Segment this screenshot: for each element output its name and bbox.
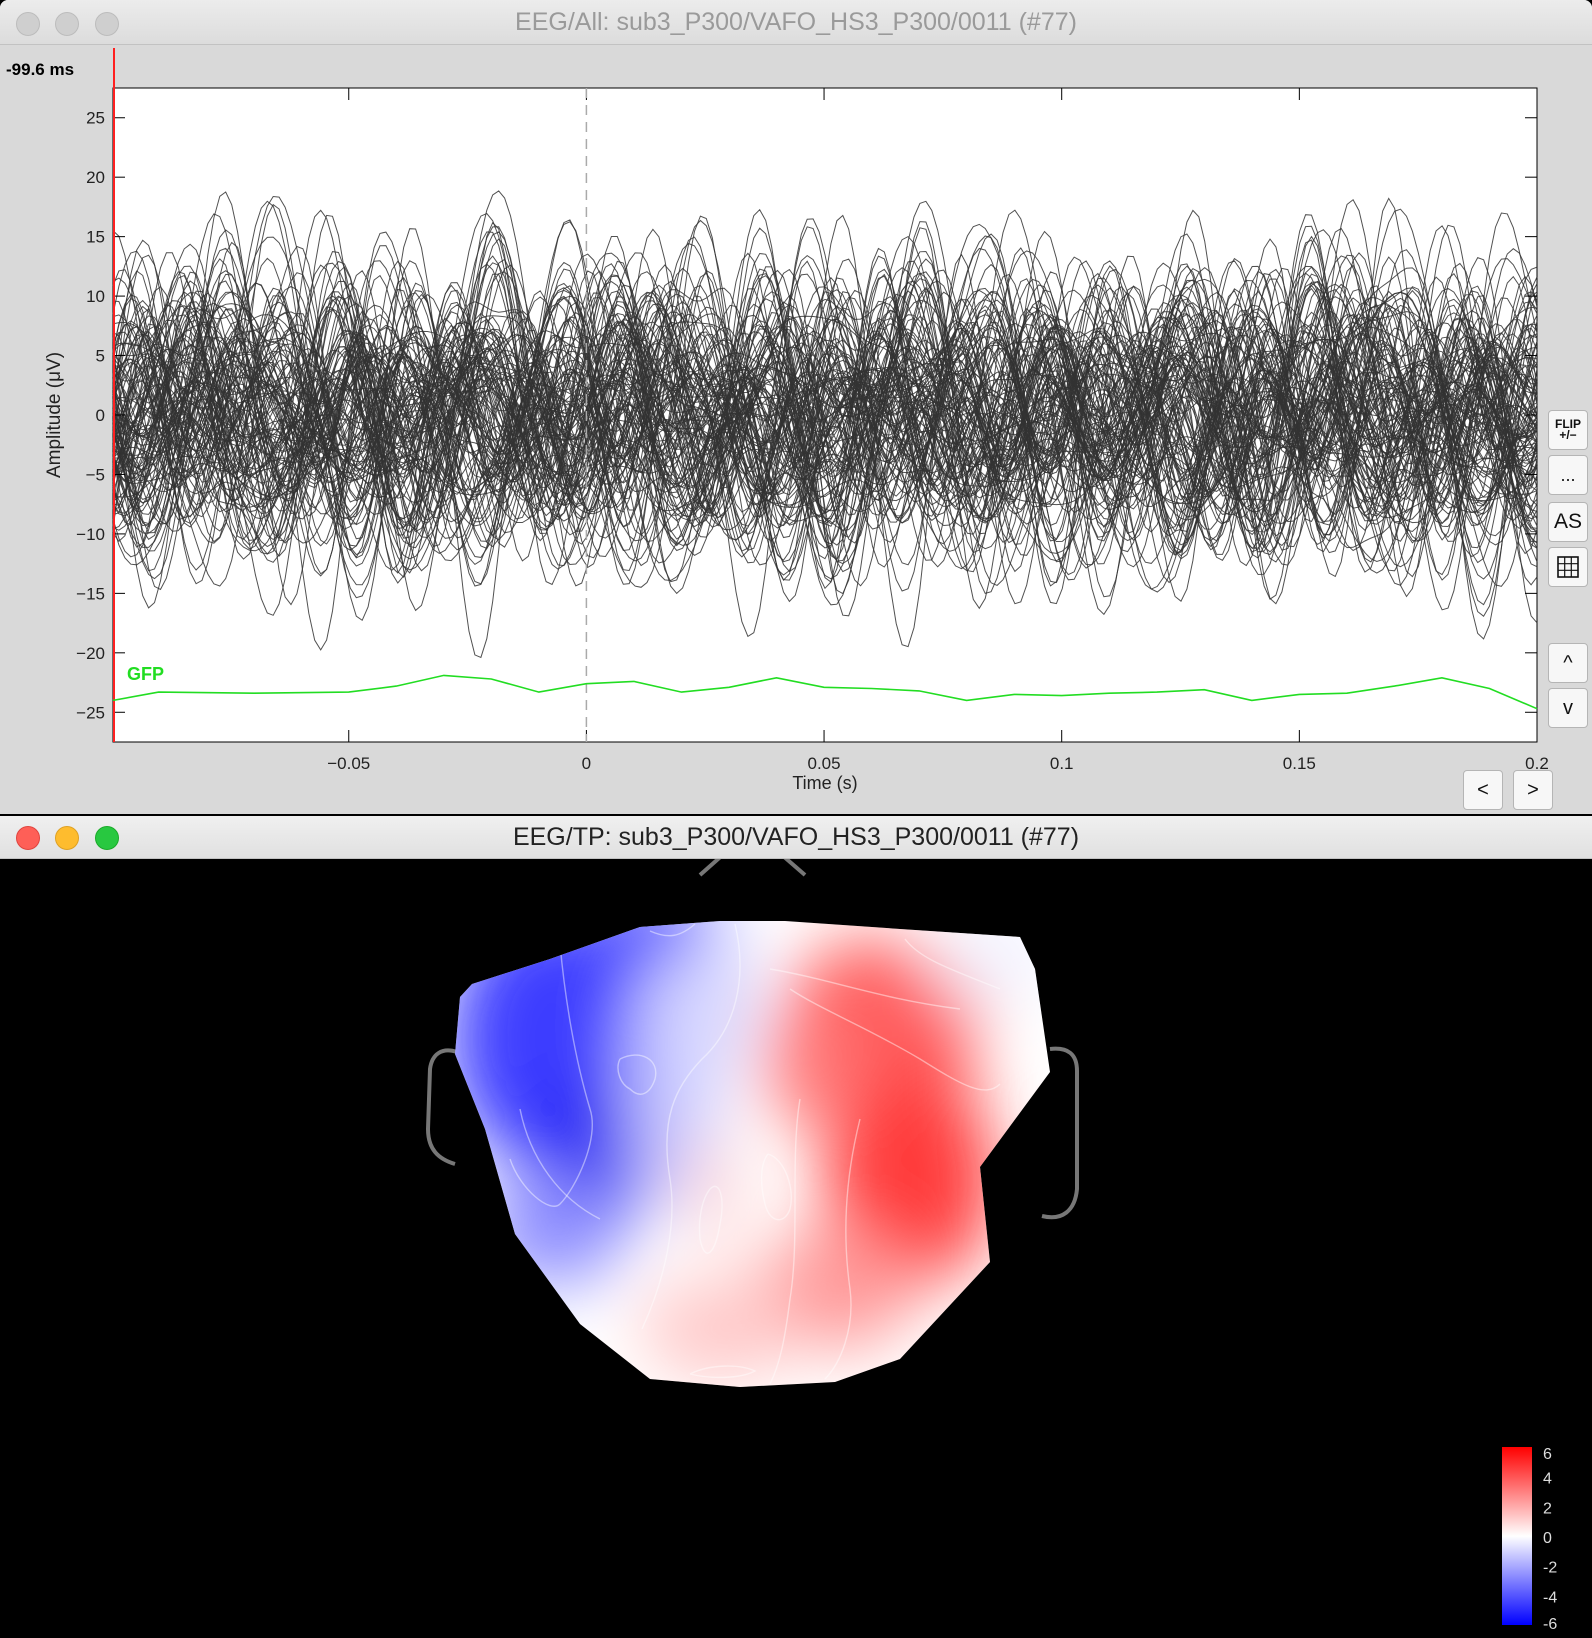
potential-field bbox=[455, 921, 1050, 1387]
topography-titlebar[interactable]: EEG/TP: sub3_P300/VAFO_HS3_P300/0011 (#7… bbox=[0, 816, 1592, 859]
flip-button[interactable]: FLIP +/− bbox=[1548, 410, 1588, 450]
minimize-icon[interactable] bbox=[55, 826, 79, 850]
y-tick-label: 20 bbox=[86, 168, 105, 187]
x-tick-label: 0.15 bbox=[1283, 754, 1316, 773]
auto-scale-button[interactable]: AS bbox=[1548, 502, 1588, 542]
y-tick-label: −15 bbox=[76, 584, 105, 603]
as-label: AS bbox=[1553, 510, 1582, 533]
colorbar-tick-label: 6 bbox=[1543, 1446, 1552, 1463]
scale-down-button[interactable]: v bbox=[1548, 688, 1588, 728]
y-tick-label: 5 bbox=[96, 347, 105, 366]
nose-marker bbox=[698, 859, 807, 877]
up-label: ^ bbox=[1563, 651, 1573, 674]
next-label: > bbox=[1527, 778, 1539, 801]
window-title: EEG/All: sub3_P300/VAFO_HS3_P300/0011 (#… bbox=[515, 8, 1077, 36]
x-tick-label: −0.05 bbox=[327, 754, 370, 773]
y-tick-label: −20 bbox=[76, 644, 105, 663]
grid-icon bbox=[1557, 556, 1579, 578]
y-tick-label: 25 bbox=[86, 109, 105, 128]
x-tick-label: 0 bbox=[582, 754, 591, 773]
close-icon[interactable] bbox=[16, 826, 40, 850]
window-title: EEG/TP: sub3_P300/VAFO_HS3_P300/0011 (#7… bbox=[512, 823, 1080, 851]
y-tick-label: 0 bbox=[96, 406, 105, 425]
close-icon[interactable] bbox=[16, 12, 40, 36]
flip-sign-label: +/− bbox=[1559, 428, 1577, 442]
topography-map[interactable]: 6420-2-4-6 μV bbox=[0, 859, 1592, 1638]
colorbar bbox=[1502, 1447, 1532, 1625]
down-label: v bbox=[1563, 696, 1573, 719]
y-tick-label: 15 bbox=[86, 228, 105, 247]
butterfly-window: EEG/All: sub3_P300/VAFO_HS3_P300/0011 (#… bbox=[0, 0, 1592, 814]
colorbar-tick-label: -6 bbox=[1543, 1616, 1557, 1633]
y-tick-label: 10 bbox=[86, 287, 105, 306]
colorbar-tick-label: 0 bbox=[1543, 1530, 1552, 1547]
grid-toggle-button[interactable] bbox=[1548, 547, 1588, 587]
y-tick-label: −25 bbox=[76, 703, 105, 722]
colorbar-tick-label: 2 bbox=[1543, 1500, 1552, 1517]
zoom-icon[interactable] bbox=[95, 12, 119, 36]
x-tick-label: 0.05 bbox=[808, 754, 841, 773]
next-page-button[interactable]: > bbox=[1513, 770, 1553, 810]
colorbar-ticks: 6 4 2 0 -2 -4 -6 bbox=[1543, 1446, 1557, 1633]
colorbar-tick-label: -4 bbox=[1543, 1589, 1557, 1606]
x-axis-label: Time (s) bbox=[792, 773, 857, 793]
prev-page-button[interactable]: < bbox=[1463, 770, 1503, 810]
colorbar-tick-label: 4 bbox=[1543, 1471, 1552, 1488]
butterfly-plot[interactable]: 25 20 15 10 5 0 −5 −10 −15 −20 −25 −0.05 0 0.05 0.1 0.1… bbox=[0, 45, 1592, 814]
y-tick-label: −10 bbox=[76, 525, 105, 544]
scale-up-button[interactable]: ^ bbox=[1548, 643, 1588, 683]
left-ear-marker bbox=[425, 1048, 458, 1166]
x-tick-label: 0.1 bbox=[1050, 754, 1074, 773]
y-tick-label: −5 bbox=[86, 465, 105, 484]
more-label: ... bbox=[1560, 464, 1576, 485]
minimize-icon[interactable] bbox=[55, 12, 79, 36]
y-axis-label: Amplitude (μV) bbox=[44, 352, 65, 478]
zoom-icon[interactable] bbox=[95, 826, 119, 850]
prev-label: < bbox=[1477, 778, 1489, 801]
butterfly-titlebar[interactable]: EEG/All: sub3_P300/VAFO_HS3_P300/0011 (#… bbox=[0, 0, 1592, 45]
more-options-button[interactable]: ... bbox=[1548, 455, 1588, 495]
topography-window: EEG/TP: sub3_P300/VAFO_HS3_P300/0011 (#7… bbox=[0, 816, 1592, 1638]
colorbar-tick-label: -2 bbox=[1543, 1560, 1557, 1577]
gfp-label: GFP bbox=[127, 664, 164, 684]
